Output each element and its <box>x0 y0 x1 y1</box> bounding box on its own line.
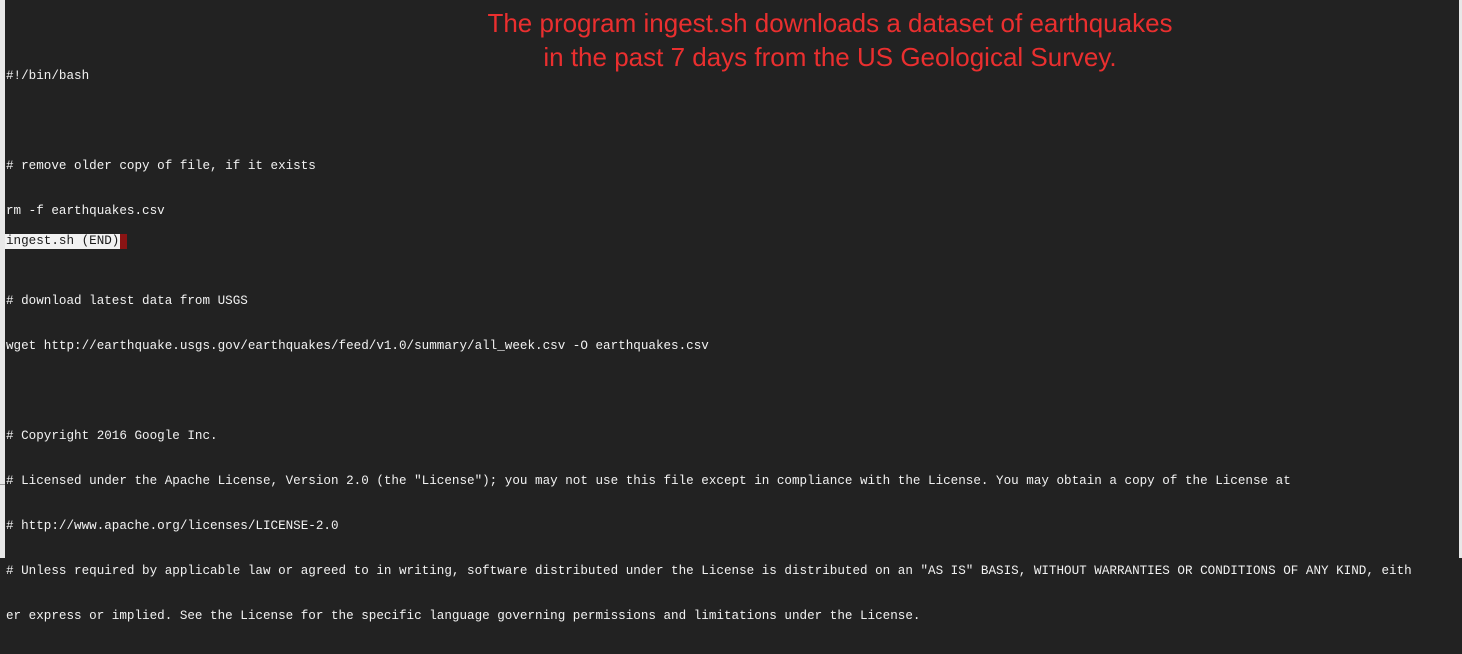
border-tick <box>0 484 5 485</box>
window-left-border <box>0 0 5 558</box>
caption-line-1: The program ingest.sh downloads a datase… <box>487 8 1173 38</box>
code-line: wget http://earthquake.usgs.gov/earthqua… <box>6 339 709 353</box>
code-line: rm -f earthquakes.csv <box>6 204 165 218</box>
code-line: # Copyright 2016 Google Inc. <box>6 429 218 443</box>
pager-status-bar: ingest.sh (END) <box>5 234 128 249</box>
code-line: # download latest data from USGS <box>6 294 248 308</box>
code-line: # Licensed under the Apache License, Ver… <box>6 474 1291 488</box>
file-content: #!/bin/bash # remove older copy of file,… <box>6 39 1412 654</box>
code-line: # remove older copy of file, if it exist… <box>6 159 316 173</box>
code-line: # Unless required by applicable law or a… <box>6 564 1412 578</box>
pager-status-label: ingest.sh (END) <box>5 234 121 249</box>
code-line: #!/bin/bash <box>6 69 90 83</box>
terminal-window[interactable]: The program ingest.sh downloads a datase… <box>0 0 1462 623</box>
code-line: er express or implied. See the License f… <box>6 609 921 623</box>
text-cursor[interactable] <box>120 234 128 249</box>
code-line: # http://www.apache.org/licenses/LICENSE… <box>6 519 339 533</box>
